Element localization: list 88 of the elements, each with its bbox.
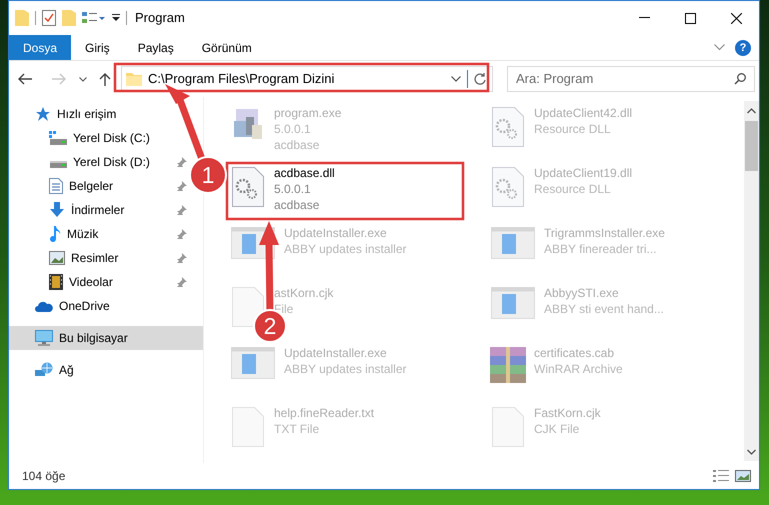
chevron-down-icon[interactable]: [79, 76, 87, 82]
file-detail: WinRAR Archive: [534, 361, 623, 377]
drive-icon: [49, 131, 67, 145]
window-title: Program: [135, 9, 185, 28]
file-detail: acdbase: [274, 137, 320, 153]
monitor-icon: [35, 330, 53, 346]
file-detail: CJK File: [534, 421, 580, 437]
file-name: FastKorn.cjk: [534, 405, 601, 421]
document-icon: [49, 178, 63, 194]
file-detail: ABBY updates installer: [284, 241, 407, 257]
file-name: UpdateClient42.dll: [534, 105, 632, 121]
music-note-icon: [49, 226, 61, 242]
file-name: UpdateInstaller.exe: [284, 225, 388, 241]
checklist-icon[interactable]: [42, 10, 56, 26]
picture-icon: [49, 251, 65, 265]
step-number: 1: [202, 162, 214, 188]
file-name: astKorn.cjk: [274, 285, 334, 301]
window-icon: [491, 227, 535, 259]
film-icon: [49, 274, 63, 290]
folder-icon: [126, 72, 142, 86]
file-detail: acdbase: [274, 197, 320, 213]
file-detail: ABBY sti event hand...: [544, 301, 664, 317]
file-name: TrigrammsInstaller.exe: [544, 225, 665, 241]
file-detail: TXT File: [274, 421, 320, 437]
scroll-down-icon[interactable]: [747, 449, 756, 455]
minimize-icon: [638, 17, 650, 19]
file-name: help.fineReader.txt: [274, 405, 374, 421]
help-button[interactable]: ?: [735, 40, 751, 56]
star-icon: [35, 106, 51, 122]
search-input: Ara: Program: [516, 69, 734, 89]
scrollbar[interactable]: [744, 101, 759, 461]
file-detail: 5.0.0.1: [274, 181, 312, 197]
nav-item[interactable]: OneDrive: [9, 294, 191, 318]
scroll-up-icon[interactable]: [747, 108, 756, 114]
nav-item[interactable]: Hızlı erişim: [9, 102, 191, 126]
file-name: UpdateClient19.dll: [534, 165, 632, 181]
file-name: program.exe: [274, 105, 342, 121]
scroll-thumb[interactable]: [745, 121, 758, 171]
back-arrow-icon[interactable]: [17, 73, 33, 85]
search-icon[interactable]: [734, 73, 746, 85]
ribbon-tab[interactable]: Görünüm: [188, 35, 266, 60]
file-detail: ABBY updates installer: [284, 361, 407, 377]
nav-item[interactable]: Belgeler: [9, 174, 191, 198]
ribbon-tab[interactable]: Paylaş: [124, 35, 188, 60]
cloud-icon: [35, 300, 53, 312]
ribbon-tab[interactable]: Dosya: [9, 35, 72, 60]
maximize-icon: [684, 12, 696, 24]
chevron-down-icon[interactable]: [451, 76, 461, 82]
step-number: 2: [264, 313, 276, 339]
nav-item[interactable]: Ağ: [9, 358, 191, 382]
file-detail: Resource DLL: [534, 181, 612, 197]
nav-item[interactable]: İndirmeler: [9, 198, 191, 222]
nav-item[interactable]: Yerel Disk (D:): [9, 150, 191, 174]
search-field[interactable]: Ara: Program: [507, 66, 755, 92]
nav-item[interactable]: Resimler: [9, 246, 191, 270]
item-count: 104 öğe: [22, 468, 66, 485]
nav-item[interactable]: Videolar: [9, 270, 191, 294]
refresh-icon[interactable]: [474, 73, 486, 85]
file-name: certificates.cab: [534, 345, 616, 361]
down-arrow-icon: [49, 202, 65, 218]
network-icon: [35, 362, 53, 378]
close-icon: [730, 12, 742, 24]
step-badge: [189, 156, 227, 194]
nav-item[interactable]: Yerel Disk (C:): [9, 126, 191, 150]
up-arrow-icon[interactable]: [99, 72, 111, 86]
ribbon-tab[interactable]: Giriş: [71, 35, 124, 60]
customize-toolbar-icon[interactable]: [112, 14, 120, 22]
window-icon: [491, 287, 535, 319]
file-detail: Resource DLL: [534, 121, 612, 137]
window-icon: [231, 347, 275, 379]
file-name: acdbase.dll: [274, 165, 335, 181]
gears-file-icon: [232, 167, 264, 207]
file-detail: 5.0.0.1: [274, 121, 312, 137]
stacked-books-icon: [488, 347, 528, 383]
large-icons-view-icon[interactable]: [735, 470, 751, 482]
properties-icon[interactable]: [82, 11, 106, 25]
blank-file-icon: [492, 407, 524, 447]
gears-file-icon: [492, 107, 524, 147]
nav-item[interactable]: Müzik: [9, 222, 191, 246]
file-detail: ABBY finereader tri...: [544, 241, 658, 257]
file-name: AbbyySTI.exe: [544, 285, 620, 301]
nav-item[interactable]: Bu bilgisayar: [9, 326, 203, 350]
address-field[interactable]: C:\Program Files\Program Dizini: [121, 66, 493, 92]
address-text: C:\Program Files\Program Dizini: [148, 70, 334, 88]
blank-file-icon: [232, 407, 264, 447]
details-view-icon[interactable]: [713, 470, 729, 482]
file-name: UpdateInstaller.exe: [284, 345, 388, 361]
gears-file-icon: [492, 167, 524, 207]
